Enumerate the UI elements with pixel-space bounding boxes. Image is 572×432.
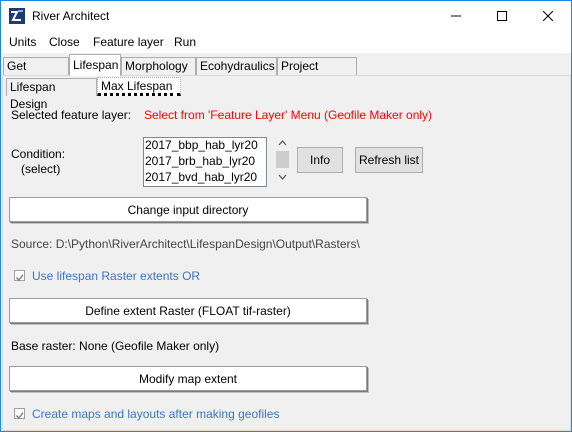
modify-map-extent-button[interactable]: Modify map extent (9, 366, 367, 391)
menu-close[interactable]: Close (49, 35, 80, 49)
tab-lifespan[interactable]: Lifespan (69, 54, 121, 76)
maximize-button[interactable] (479, 1, 525, 31)
condition-sublabel: (select) (21, 162, 61, 176)
app-window: River Architect Units Close Feature laye… (0, 0, 572, 432)
menu-feature-layer[interactable]: Feature layer (93, 35, 164, 49)
feature-layer-label: Selected feature layer: (11, 108, 132, 122)
condition-listbox[interactable]: 2017_bbp_hab_lyr20 2017_brb_hab_lyr20 20… (143, 137, 267, 187)
refresh-list-button[interactable]: Refresh list (355, 147, 423, 173)
use-lifespan-raster-checkbox[interactable] (14, 270, 25, 281)
subtab-lifespan-design[interactable]: Lifespan Design (6, 78, 97, 111)
list-item[interactable]: 2017_brb_hab_lyr20 (144, 154, 266, 170)
menu-run[interactable]: Run (174, 35, 196, 49)
base-raster-label: Base raster: None (Geofile Maker only) (11, 339, 220, 353)
maximize-icon (497, 11, 507, 21)
scrollbar-graphic (276, 140, 289, 180)
title-bar: River Architect (1, 1, 571, 31)
source-path: Source: D:\Python\RiverArchitect\Lifespa… (11, 237, 360, 251)
minimize-icon (451, 15, 461, 17)
window-title: River Architect (32, 9, 110, 23)
river-architect-logo-icon (9, 8, 25, 24)
checkmark-icon (16, 412, 24, 419)
minimize-button[interactable] (433, 1, 479, 31)
create-maps-label: Create maps and layouts after making geo… (32, 407, 280, 421)
checkmark-icon (16, 274, 24, 281)
tab-morphology[interactable]: Morphology (121, 57, 196, 75)
main-tabs: Get Started Lifespan Morphology Ecohydra… (1, 54, 571, 90)
subtab-max-lifespan[interactable]: Max Lifespan (97, 77, 181, 96)
close-icon (543, 11, 553, 21)
list-item[interactable]: 2017_bbp_hab_lyr20 (144, 138, 266, 154)
change-input-directory-button[interactable]: Change input directory (9, 197, 367, 222)
menu-units[interactable]: Units (9, 35, 36, 49)
feature-layer-value: Select from 'Feature Layer' Menu (Geofil… (144, 108, 433, 122)
tab-ecohydraulics[interactable]: Ecohydraulics (196, 57, 277, 75)
list-item[interactable]: 2017_bvd_hab_lyr20 (144, 170, 266, 186)
menu-bar: Units Close Feature layer Run (1, 31, 571, 53)
close-window-button[interactable] (525, 1, 571, 31)
create-maps-checkbox[interactable] (14, 408, 25, 419)
condition-label: Condition: (11, 147, 66, 161)
condition-scrollbar[interactable] (275, 137, 290, 185)
info-button[interactable]: Info (297, 147, 343, 173)
tab-project-maker[interactable]: Project Maker (277, 57, 357, 90)
define-extent-raster-button[interactable]: Define extent Raster (FLOAT tif-raster) (9, 298, 367, 323)
use-lifespan-raster-label: Use lifespan Raster extents OR (32, 269, 201, 283)
tab-get-started[interactable]: Get Started (3, 57, 69, 90)
